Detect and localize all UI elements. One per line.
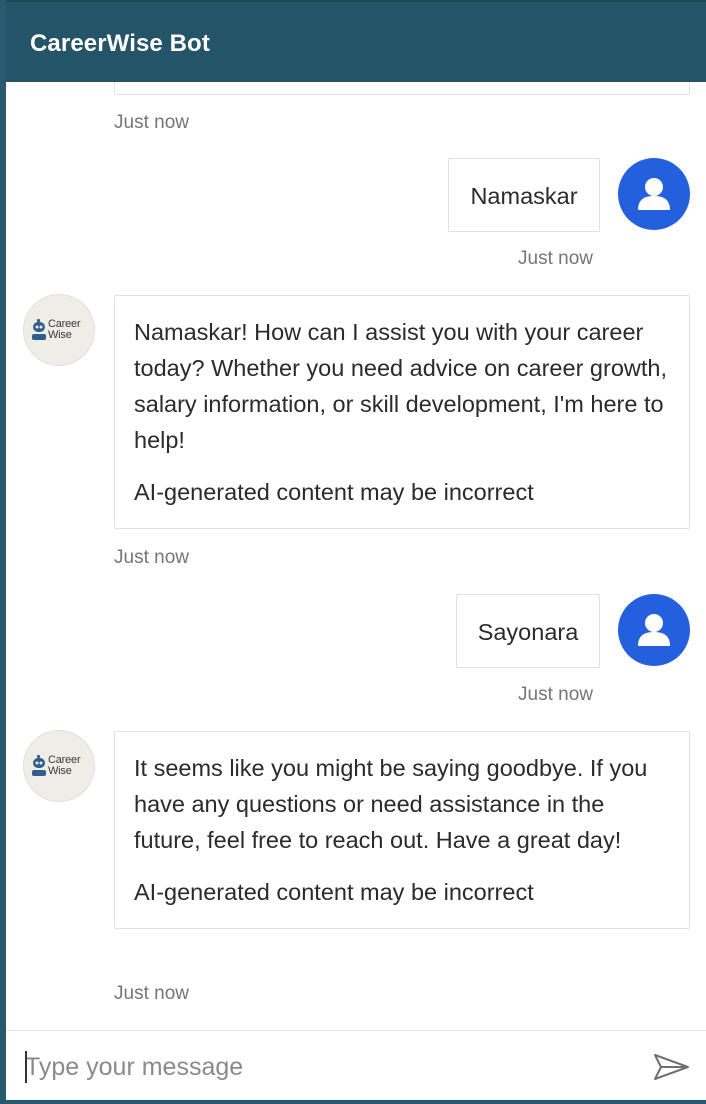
user-message-text: Namaskar (470, 183, 578, 209)
bot-message-bubble: It seems like you might be saying goodby… (114, 731, 690, 929)
chat-header: CareerWise Bot (6, 0, 706, 82)
bot-message-bubble-partial (114, 82, 690, 95)
bot-message-text: Namaskar! How can I assist you with your… (134, 319, 667, 453)
robot-icon (32, 319, 46, 340)
message-composer (6, 1030, 706, 1104)
send-button[interactable] (646, 1047, 694, 1087)
chat-transcript[interactable]: Just now Namaskar Just now Career Wise N… (6, 82, 706, 1030)
message-timestamp: Just now (518, 248, 593, 269)
send-arrow-icon (654, 1054, 689, 1080)
chat-window: CareerWise Bot Just now Namaskar Just no… (0, 0, 706, 1104)
message-timestamp: Just now (114, 983, 189, 1004)
user-avatar (618, 158, 690, 230)
ai-disclaimer: AI-generated content may be incorrect (134, 879, 534, 905)
bot-message-bubble: Namaskar! How can I assist you with your… (114, 295, 690, 529)
message-timestamp: Just now (114, 112, 189, 133)
window-bottom-border (0, 1100, 706, 1104)
person-icon (638, 614, 670, 646)
message-timestamp: Just now (114, 547, 189, 568)
careerwise-logo: Career Wise (48, 318, 81, 341)
bot-avatar: Career Wise (23, 730, 95, 802)
user-message-bubble: Sayonara (456, 594, 600, 668)
message-input[interactable] (22, 1047, 625, 1087)
message-timestamp: Just now (518, 684, 593, 705)
bot-message-text: It seems like you might be saying goodby… (134, 755, 648, 853)
careerwise-logo: Career Wise (48, 754, 81, 777)
user-message-text: Sayonara (477, 619, 579, 645)
user-message-bubble: Namaskar (448, 158, 600, 232)
text-caret (25, 1051, 27, 1083)
ai-disclaimer: AI-generated content may be incorrect (134, 479, 534, 505)
chat-title: CareerWise Bot (30, 30, 210, 57)
person-icon (638, 178, 670, 210)
robot-icon (32, 755, 46, 776)
user-avatar (618, 594, 690, 666)
bot-avatar: Career Wise (23, 294, 95, 366)
